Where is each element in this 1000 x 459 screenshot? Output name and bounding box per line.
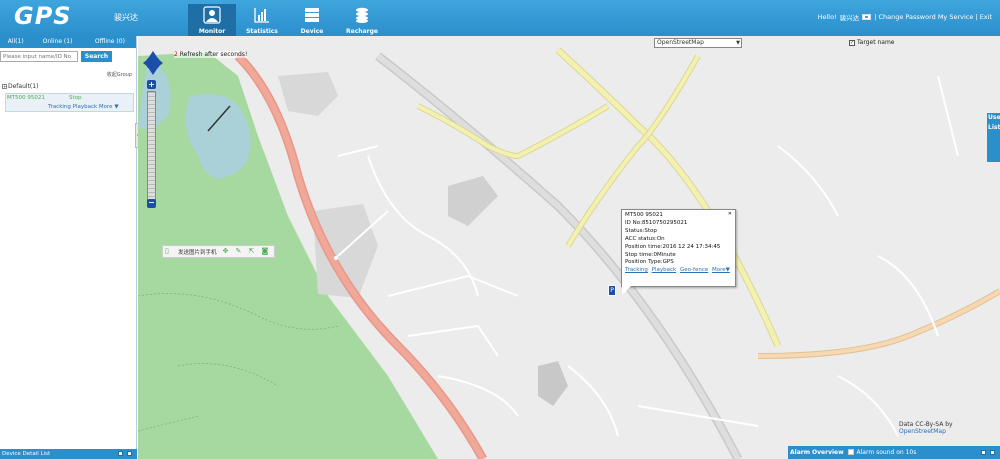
nav-recharge[interactable]: Recharge bbox=[338, 4, 386, 36]
alarm-sound-label: Alarm sound on 10s bbox=[856, 449, 917, 456]
pan-control-icon[interactable] bbox=[143, 50, 163, 76]
device-detail-bar: Device Detail List bbox=[0, 449, 137, 459]
collapse-group-link[interactable]: 收起Group bbox=[107, 71, 132, 78]
search-button[interactable]: Search bbox=[81, 51, 112, 62]
user-name: 骏兴达 bbox=[839, 14, 860, 22]
nav-monitor[interactable]: Monitor bbox=[188, 4, 236, 36]
device-info-popup: ✕ MT500 95021 ID No:8510750295021 Status… bbox=[621, 209, 736, 295]
device-name[interactable]: MT500 95021 bbox=[7, 95, 45, 101]
refresh-count: 2 bbox=[174, 51, 178, 58]
map-attribution: Data CC-By-SA by OpenStreetMap bbox=[899, 421, 1000, 435]
chart-icon bbox=[254, 8, 269, 23]
user-area: Hello! 骏兴达 | Change Password My Service … bbox=[818, 12, 992, 22]
tab-all[interactable]: All(1) bbox=[0, 36, 31, 48]
nav-label: Monitor bbox=[198, 28, 226, 35]
device-links[interactable]: Tracking Playback More ▼ bbox=[48, 104, 119, 110]
person-icon bbox=[203, 6, 221, 24]
checkbox-checked-icon[interactable]: ✓ bbox=[849, 39, 855, 46]
edit-icon[interactable]: ✎ bbox=[236, 248, 243, 255]
expand-icon[interactable]: + bbox=[2, 84, 7, 89]
group-default[interactable]: + Default(1) bbox=[2, 83, 38, 90]
nav-label: Statistics bbox=[246, 28, 278, 35]
zoom-out-button[interactable]: − bbox=[147, 199, 156, 208]
target-name-label: Target name bbox=[857, 39, 895, 46]
maximize-icon[interactable] bbox=[990, 450, 995, 455]
logo: GPS bbox=[14, 2, 72, 30]
nav-label: Device bbox=[300, 28, 324, 35]
popup-time: Position time:2016 12 24 17:34:45 bbox=[625, 243, 721, 250]
device-tabs: All(1) Online (1) Offline (0) bbox=[0, 36, 136, 48]
search-row: Search bbox=[0, 48, 136, 66]
list-item[interactable]: MT500 95021 Stop Tracking Playback More … bbox=[5, 93, 134, 112]
device-status: Stop bbox=[69, 95, 82, 101]
popup-stop: Stop time:0Minute bbox=[625, 251, 676, 258]
company-name: 骏兴达 bbox=[114, 13, 138, 22]
map-view[interactable]: OpenStreetMap ✓ Target name 2 Refresh af… bbox=[138, 36, 1000, 459]
top-bar: GPS 骏兴达 Monitor Statistics Device Rechar… bbox=[0, 0, 1000, 36]
refresh-notice: 2 Refresh after seconds! bbox=[174, 51, 248, 58]
flag-icon[interactable] bbox=[862, 14, 872, 20]
alarm-sound-checkbox[interactable] bbox=[847, 449, 854, 455]
minimize-icon[interactable] bbox=[981, 450, 986, 455]
popup-status: Status:Stop bbox=[625, 227, 657, 234]
geofence-link[interactable]: Geo-fence bbox=[680, 267, 708, 273]
vehicle-marker[interactable]: P bbox=[608, 285, 616, 296]
send-to-phone-label[interactable]: 发送图片到手机 bbox=[178, 248, 217, 256]
tab-offline[interactable]: Offline (0) bbox=[84, 36, 136, 48]
playback-link[interactable]: Playback bbox=[652, 267, 677, 273]
camera-icon[interactable]: ◙ bbox=[262, 248, 269, 255]
nav-label: Recharge bbox=[346, 28, 378, 35]
alarm-overview-bar: Alarm Overview Alarm sound on 10s bbox=[788, 446, 1000, 459]
map-toolbar: ▯ 发送图片到手机 ✥ ✎ ⇱ ◙ bbox=[162, 245, 275, 258]
phone-icon[interactable]: ▯ bbox=[165, 248, 172, 255]
nav-statistics[interactable]: Statistics bbox=[238, 4, 286, 36]
popup-links: Tracking Playback Geo-fence More▼ bbox=[625, 267, 732, 275]
coins-icon bbox=[356, 7, 368, 23]
minimize-icon[interactable] bbox=[118, 451, 123, 456]
server-icon bbox=[305, 8, 319, 22]
maximize-icon[interactable] bbox=[127, 451, 132, 456]
user-links[interactable]: | Change Password My Service | Exit bbox=[874, 13, 992, 21]
popup-title: MT500 95021 bbox=[625, 212, 663, 218]
more-link[interactable]: More▼ bbox=[712, 267, 730, 273]
alarm-title: Alarm Overview bbox=[790, 449, 844, 456]
fullscreen-icon[interactable]: ✥ bbox=[223, 248, 230, 255]
close-icon[interactable]: ✕ bbox=[728, 211, 732, 219]
target-name-toggle[interactable]: ✓ Target name bbox=[849, 39, 895, 46]
tab-online[interactable]: Online (1) bbox=[31, 36, 83, 48]
tracking-link[interactable]: Tracking bbox=[625, 267, 648, 273]
popup-acc: ACC status:On bbox=[625, 235, 665, 242]
nav-device[interactable]: Device bbox=[288, 4, 336, 36]
main-nav: Monitor Statistics Device Recharge bbox=[188, 4, 388, 36]
group-label: Default(1) bbox=[8, 83, 39, 90]
share-icon[interactable]: ⇱ bbox=[249, 248, 256, 255]
user-list-tab[interactable]: Use List bbox=[987, 113, 1000, 162]
device-detail-label: Device Detail List bbox=[2, 451, 51, 457]
search-input[interactable] bbox=[0, 51, 78, 62]
popup-id: ID No:8510750295021 bbox=[625, 219, 688, 226]
zoom-slider[interactable] bbox=[147, 91, 156, 201]
device-sidebar: All(1) Online (1) Offline (0) Search 收起G… bbox=[0, 36, 137, 459]
map-type-select[interactable]: OpenStreetMap bbox=[654, 38, 742, 48]
attribution-text: Data CC-By-SA by bbox=[899, 421, 953, 428]
osm-link[interactable]: OpenStreetMap bbox=[899, 428, 946, 435]
hello-text: Hello! bbox=[817, 13, 837, 21]
zoom-in-button[interactable]: + bbox=[147, 80, 156, 89]
popup-ptype: Position Type:GPS bbox=[625, 259, 674, 266]
refresh-text: Refresh after seconds! bbox=[179, 51, 248, 58]
